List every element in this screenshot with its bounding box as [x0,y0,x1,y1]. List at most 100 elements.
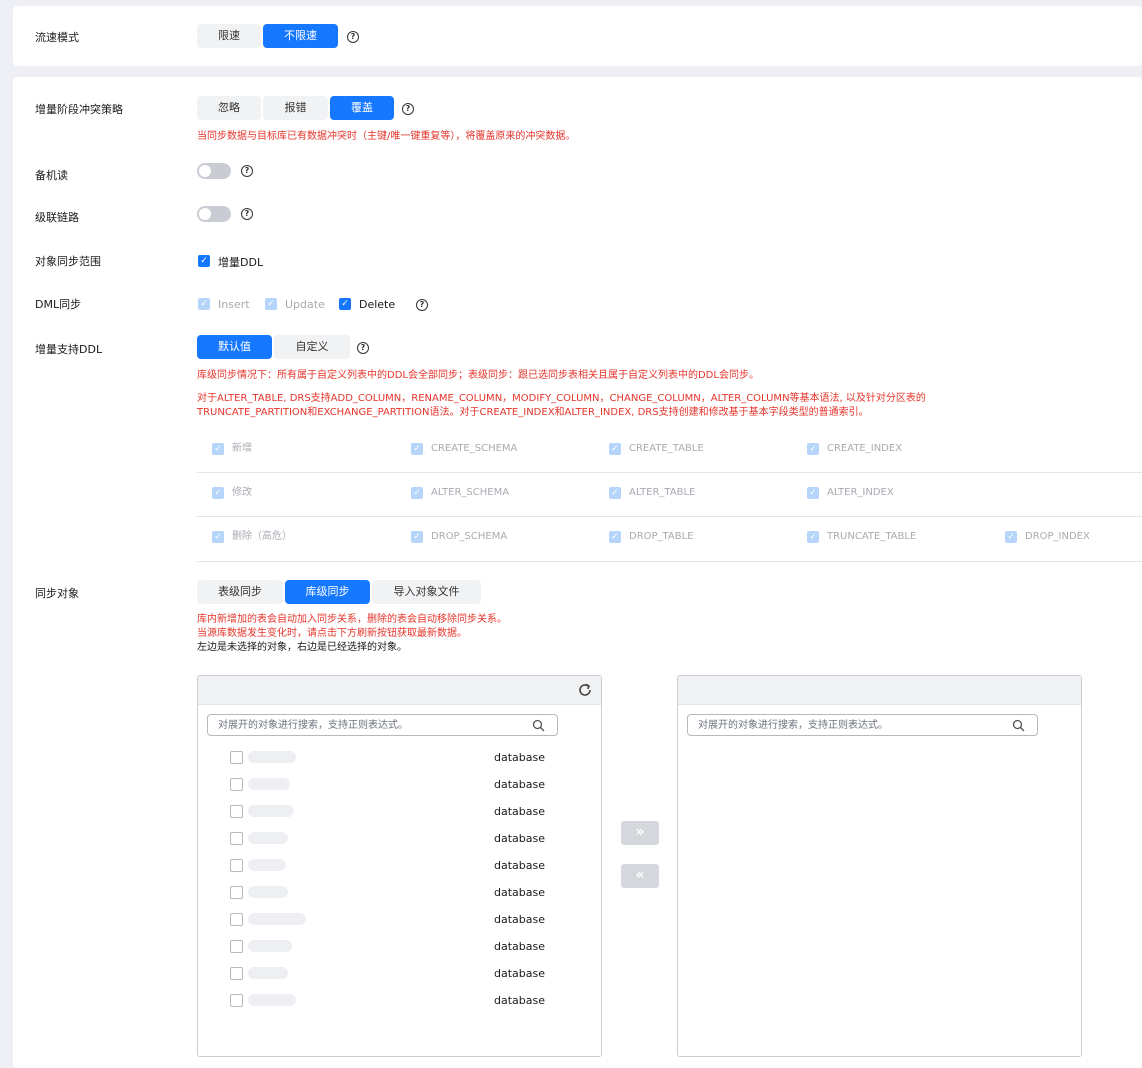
sync-objects-label: 同步对象 [35,587,79,600]
object-name-redacted [248,967,288,979]
ddl-item-label: ALTER_SCHEMA [431,487,510,498]
object-checkbox[interactable] [230,886,243,899]
dml-label: DML同步 [35,298,82,311]
sync-objects-segmented: 表级同步 库级同步 导入对象文件 [197,580,483,604]
dml-delete-label: Delete [359,298,396,311]
ddl-row-divider [197,472,1142,473]
double-chevron-right-icon: » [635,824,645,840]
ddl-item-label: TRUNCATE_TABLE [827,531,917,542]
object-name-redacted [248,940,292,952]
ddl-checkbox: ✓ [212,443,224,455]
cascade-toggle[interactable] [197,206,231,222]
standby-read-label: 备机读 [35,169,68,182]
object-checkbox[interactable] [230,832,243,845]
scope-ddl-label: 增量DDL [218,256,264,269]
object-checkbox[interactable] [230,913,243,926]
conflict-help-icon[interactable]: ? [402,103,414,115]
ddl-item-label: 删除（高危） [232,531,292,542]
scope-ddl-checkbox[interactable]: ✓ [198,255,210,267]
object-name-redacted [248,886,288,898]
ddl-checkbox: ✓ [411,443,423,455]
ddl-item-label: DROP_SCHEMA [431,531,508,542]
ddl-support-label: 增量支持DDL [35,343,103,356]
conflict-label: 增量阶段冲突策略 [35,103,123,116]
ddl-item-label: CREATE_TABLE [629,443,704,454]
speed-segmented: 限速 不限速 [197,24,340,48]
object-checkbox[interactable] [230,859,243,872]
cascade-help-icon[interactable]: ? [241,208,253,220]
conflict-option-ignore[interactable]: 忽略 [197,96,261,120]
object-name-redacted [248,859,286,871]
standby-read-help-icon[interactable]: ? [241,165,253,177]
ddl-item-label: DROP_TABLE [629,531,694,542]
panel-header [198,676,601,705]
object-type: database [494,751,545,764]
speed-card [13,6,1142,66]
ddl-item-label: DROP_INDEX [1025,531,1090,542]
cascade-label: 级联链路 [35,211,79,224]
dml-update-checkbox: ✓ [265,298,277,310]
object-checkbox[interactable] [230,751,243,764]
object-name-redacted [248,751,296,763]
ddl-help-icon[interactable]: ? [357,342,369,354]
object-type: database [494,940,545,953]
ddl-item-label: CREATE_INDEX [827,443,903,454]
sync-note-1: 库内新增加的表会自动加入同步关系，删除的表会自动移除同步关系。 [197,614,507,625]
speed-option-unlimited[interactable]: 不限速 [263,24,338,48]
object-name-redacted [248,913,306,925]
unselected-search-input[interactable] [207,714,558,736]
object-type: database [494,994,545,1007]
conflict-option-overwrite[interactable]: 覆盖 [330,96,394,120]
sync-note-2: 当源库数据发生变化时，请点击下方刷新按钮获取最新数据。 [197,628,467,639]
object-checkbox[interactable] [230,967,243,980]
ddl-note-1: 库级同步情况下：所有属于自定义列表中的DDL会全部同步；表级同步：跟已选同步表相… [197,370,759,381]
ddl-note-2b: TRUNCATE_PARTITION和EXCHANGE_PARTITION语法。… [197,407,869,418]
refresh-icon[interactable] [577,682,593,698]
ddl-item-label: ALTER_INDEX [827,487,894,498]
dml-help-icon[interactable]: ? [416,299,428,311]
ddl-checkbox: ✓ [807,443,819,455]
sync-hint: 左边是未选择的对象，右边是已经选择的对象。 [197,642,407,653]
dml-update-label: Update [285,298,325,311]
ddl-checkbox: ✓ [212,531,224,543]
ddl-item-label: CREATE_SCHEMA [431,443,518,454]
object-type: database [494,832,545,845]
dml-delete-checkbox[interactable]: ✓ [339,298,351,310]
ddl-checkbox: ✓ [609,531,621,543]
move-left-button[interactable]: « [621,864,659,888]
ddl-item-label: 新增 [232,443,252,454]
dml-insert-checkbox: ✓ [198,298,210,310]
object-name-redacted [248,778,290,790]
ddl-item-label: ALTER_TABLE [629,487,696,498]
panel-header [678,676,1081,705]
object-type: database [494,805,545,818]
sync-option-import-file[interactable]: 导入对象文件 [372,580,481,604]
ddl-checkbox: ✓ [609,487,621,499]
object-checkbox[interactable] [230,940,243,953]
sync-option-database[interactable]: 库级同步 [285,580,370,604]
speed-label: 流速模式 [35,31,79,44]
object-checkbox[interactable] [230,778,243,791]
object-name-redacted [248,994,296,1006]
ddl-option-custom[interactable]: 自定义 [274,335,350,359]
object-name-redacted [248,832,288,844]
conflict-option-error[interactable]: 报错 [263,96,328,120]
selected-search-input[interactable] [687,714,1038,736]
standby-read-toggle[interactable] [197,163,231,179]
move-right-button[interactable]: » [621,821,659,845]
conflict-segmented: 忽略 报错 覆盖 [197,96,396,120]
search-icon [532,719,545,732]
object-checkbox[interactable] [230,994,243,1007]
ddl-checkbox: ✓ [807,487,819,499]
speed-option-limit[interactable]: 限速 [197,24,261,48]
ddl-checkbox: ✓ [609,443,621,455]
object-type: database [494,778,545,791]
object-name-redacted [248,805,294,817]
object-type: database [494,886,545,899]
object-type: database [494,967,545,980]
ddl-option-default[interactable]: 默认值 [197,335,272,359]
object-checkbox[interactable] [230,805,243,818]
speed-help-icon[interactable]: ? [347,31,359,43]
dml-insert-label: Insert [218,298,250,311]
sync-option-table[interactable]: 表级同步 [197,580,283,604]
